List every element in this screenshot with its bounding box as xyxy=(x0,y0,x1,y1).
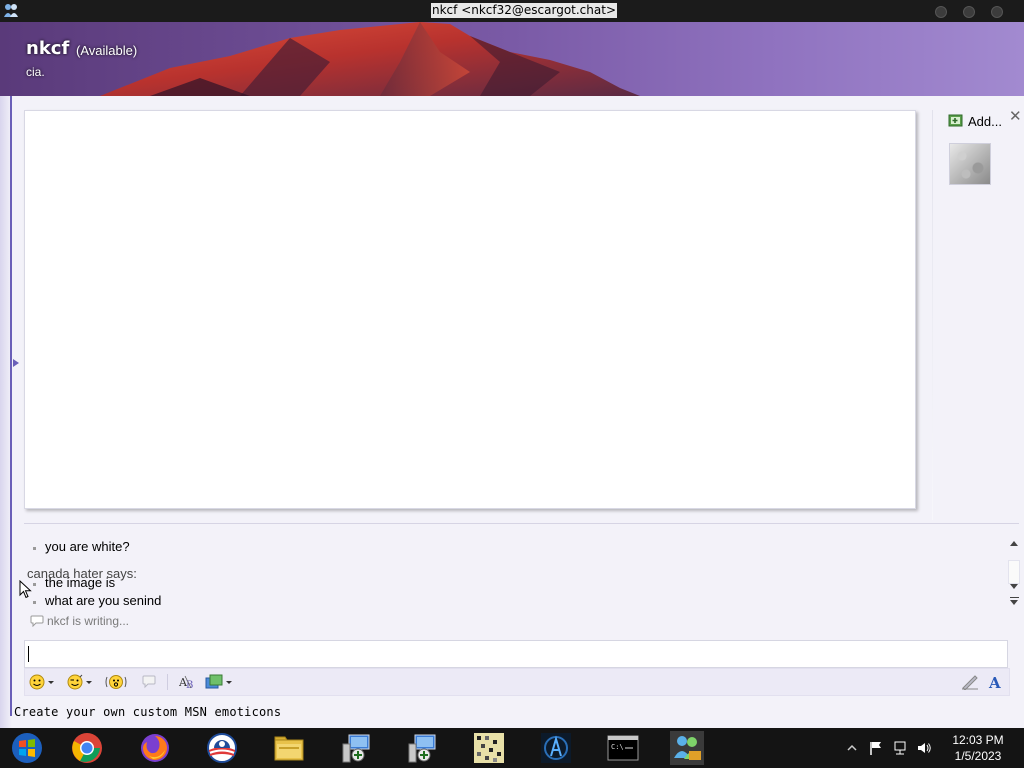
window-title: nkcf <nkcf32@escargot.chat> xyxy=(431,3,617,18)
taskbar-obama-app[interactable] xyxy=(205,731,239,765)
taskbar-pixel-app[interactable] xyxy=(472,731,506,765)
svg-text:A: A xyxy=(988,674,1001,690)
network-setup-icon xyxy=(342,734,370,763)
font-a-icon: A xyxy=(988,674,1001,690)
speech-bubble-disabled-icon xyxy=(142,675,156,689)
message-input[interactable] xyxy=(24,640,1008,668)
volume-icon[interactable] xyxy=(916,740,932,756)
typing-indicator: nkcf is writing... xyxy=(30,614,129,628)
left-panel-border xyxy=(10,96,12,716)
windows-start-icon xyxy=(12,733,42,763)
wink-button[interactable] xyxy=(67,672,92,692)
msn-app-icon[interactable] xyxy=(3,2,19,18)
taskbar-firefox[interactable] xyxy=(138,731,172,765)
close-panel-icon[interactable]: ✕ xyxy=(1009,109,1022,124)
emoticon-button[interactable] xyxy=(29,672,54,692)
network-setup-2-icon xyxy=(408,734,436,763)
taskbar-network-setup-2[interactable] xyxy=(405,731,439,765)
scroll-to-end-icon[interactable] xyxy=(1010,597,1019,606)
mouse-pointer-icon xyxy=(19,580,32,599)
file-explorer-icon xyxy=(274,736,304,761)
pixel-art-icon xyxy=(474,733,504,763)
text-caret xyxy=(28,646,29,662)
voice-clip-button[interactable] xyxy=(141,672,157,692)
firefox-icon xyxy=(141,734,169,762)
custom-emoticons-link[interactable]: Create your own custom MSN emoticons xyxy=(14,705,281,719)
message-bullet xyxy=(33,547,36,550)
dark-app-icon xyxy=(541,733,571,763)
taskbar-network-setup[interactable] xyxy=(339,731,373,765)
clock-time: 12:03 PM xyxy=(952,733,1004,747)
font-button[interactable]: A xyxy=(987,672,1003,692)
wink-icon xyxy=(67,674,83,690)
background-image-icon xyxy=(205,674,223,689)
shared-content-panel xyxy=(24,110,916,509)
contact-status: (Available) xyxy=(76,43,138,58)
close-window-button[interactable] xyxy=(991,6,1003,18)
conversation-history: you are white? canada hater says: the im… xyxy=(24,537,999,632)
show-hidden-icons-icon[interactable] xyxy=(846,742,858,754)
scroll-up-icon[interactable] xyxy=(1010,541,1018,546)
pen-icon xyxy=(962,675,978,690)
contact-avatar[interactable] xyxy=(949,143,991,185)
chrome-icon xyxy=(72,733,102,763)
command-prompt-icon: C:\ xyxy=(607,735,639,761)
expand-panel-arrow-icon[interactable] xyxy=(13,359,19,367)
taskbar-msn-messenger[interactable] xyxy=(670,731,704,765)
smiley-icon xyxy=(29,674,45,690)
message-bullet xyxy=(33,601,36,604)
mountain-background-image xyxy=(100,22,640,96)
clock-date: 1/5/2023 xyxy=(954,749,1002,763)
add-contact-button[interactable]: Add... xyxy=(948,112,1002,130)
handwriting-button[interactable] xyxy=(961,672,979,692)
nudge-icon xyxy=(105,675,127,689)
chevron-down-icon xyxy=(86,680,92,684)
minimize-button[interactable] xyxy=(935,6,947,18)
svg-text:C:\: C:\ xyxy=(611,743,624,751)
history-scrollbar[interactable] xyxy=(1008,560,1020,584)
taskbar-command-prompt[interactable]: C:\ xyxy=(606,731,640,765)
contact-name: nkcf xyxy=(26,38,70,59)
right-panel-divider xyxy=(932,110,933,520)
handwriting-text-button[interactable]: A B xyxy=(179,672,197,692)
speech-bubble-icon xyxy=(30,615,44,627)
taskbar-chrome[interactable] xyxy=(70,731,104,765)
add-label: Add... xyxy=(968,113,1002,129)
message-line: you are white? xyxy=(45,539,130,554)
typing-status: nkcf is writing... xyxy=(47,614,130,628)
taskbar-file-explorer[interactable] xyxy=(272,731,306,765)
scroll-down-icon[interactable] xyxy=(1010,584,1018,589)
maximize-button[interactable] xyxy=(963,6,975,18)
system-tray xyxy=(846,728,932,768)
taskbar-dark-app[interactable] xyxy=(539,731,573,765)
action-center-flag-icon[interactable] xyxy=(868,740,884,756)
message-bullet xyxy=(33,583,36,586)
background-button[interactable] xyxy=(205,672,232,692)
start-button[interactable] xyxy=(10,731,44,765)
message-line: what are you senind xyxy=(45,593,162,608)
history-divider xyxy=(24,523,1019,524)
toolbar-separator xyxy=(167,674,168,690)
contact-personal-message: cia. xyxy=(26,65,45,79)
taskbar-clock[interactable]: 12:03 PM 1/5/2023 xyxy=(944,732,1012,764)
network-icon[interactable] xyxy=(892,740,908,756)
font-text-icon: A B xyxy=(179,675,193,690)
obama-logo-icon xyxy=(207,733,237,763)
nudge-button[interactable] xyxy=(105,672,127,692)
header-banner: nkcf (Available) cia. xyxy=(0,22,1024,96)
chevron-down-icon xyxy=(48,680,54,684)
add-person-icon xyxy=(948,114,963,127)
chevron-down-icon xyxy=(226,680,232,684)
msn-messenger-icon xyxy=(674,736,701,760)
title-bar: nkcf <nkcf32@escargot.chat> xyxy=(0,0,1024,22)
message-line: the image is xyxy=(45,575,116,590)
formatting-toolbar: A B A xyxy=(24,668,1010,696)
